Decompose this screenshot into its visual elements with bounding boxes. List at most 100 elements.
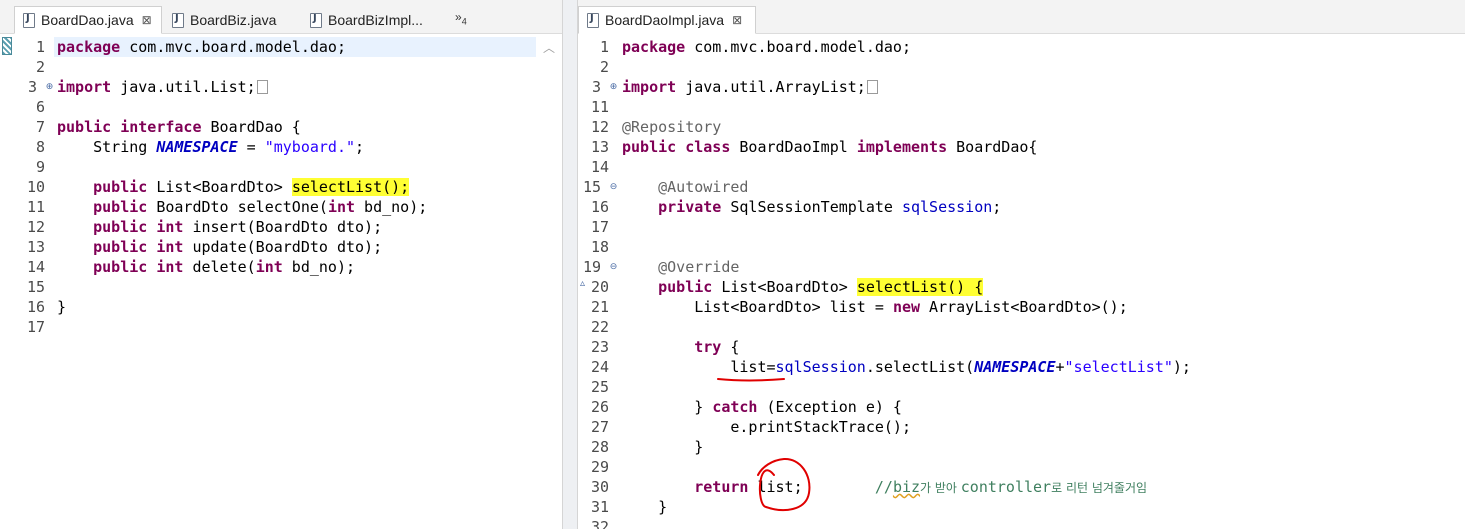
line-number: 15 [26,278,45,296]
line-number: 17 [26,318,45,336]
line-number: 1 [599,38,609,56]
code-line-8: String NAMESPACE = "myboard."; [57,138,365,156]
tab-overflow-button[interactable]: »4 [455,10,467,26]
collapsed-code-marker[interactable] [256,80,268,94]
code-comment: //biz가 받아 controller로 리턴 넘겨줄거임 [874,478,1148,496]
line-number: 29 [590,458,609,476]
right-code-text: package com.mvc.board.model.dao; import … [622,35,1465,529]
overflow-chevron-icon: » [455,10,462,24]
line-number: 27 [590,418,609,436]
line-number: 23 [590,338,609,356]
right-code-editor[interactable]: 1 2 3 ⊕ 11 12 13 14 15 ⊖ 16 17 18 19 ⊖ ▵… [578,35,1465,529]
line-number: 12 [26,218,45,236]
tab-label: BoardDaoImpl.java [605,12,725,28]
code-line-30: return list; //biz가 받아 controller로 리턴 넘겨… [694,478,1148,496]
left-vertical-scrollbar[interactable]: ︿ [536,35,562,529]
line-number: 26 [590,398,609,416]
collapsed-code-marker[interactable] [866,80,878,94]
line-number: 12 [590,118,609,136]
close-tab-icon[interactable]: ⊠ [732,13,742,27]
code-line-1: package com.mvc.board.model.dao; [57,38,346,56]
right-line-number-gutter: 1 2 3 ⊕ 11 12 13 14 15 ⊖ 16 17 18 19 ⊖ ▵… [578,35,621,529]
line-number: 10 [26,178,45,196]
line-number: 25 [590,378,609,396]
line-number: 3 [591,78,601,96]
left-code-editor[interactable]: 1 2 3 ⊕ 6 7 8 9 10 11 12 13 14 15 16 17 … [0,35,562,529]
code-line-12: @Repository [622,118,722,136]
overflow-count: 4 [461,16,467,27]
line-number: 11 [26,198,45,216]
left-line-number-gutter: 1 2 3 ⊕ 6 7 8 9 10 11 12 13 14 15 16 17 [14,35,54,529]
line-number: 21 [590,298,609,316]
line-number: 19 [582,258,601,276]
line-number: 2 [599,58,609,76]
left-tab-bar: BoardDao.java ⊠ BoardBiz.java BoardBizIm… [0,0,562,34]
code-line-31: } [658,498,668,516]
highlighted-text: selectList(); [291,178,410,196]
line-number: 32 [590,518,609,529]
line-number: 15 [582,178,601,196]
line-number: 22 [590,318,609,336]
code-line-26: } catch (Exception e) { [694,398,902,416]
code-line-23: try { [694,338,740,356]
line-number: 2 [35,58,45,76]
code-line-3: import java.util.List; [57,77,268,97]
code-line-13: public int update(BoardDto dto); [93,238,383,256]
tab-label: BoardDao.java [41,12,134,28]
line-number: 20 [590,278,609,296]
code-line-1: package com.mvc.board.model.dao; [622,38,911,56]
tab-boarddao[interactable]: BoardDao.java ⊠ [14,6,162,34]
code-line-12: public int insert(BoardDto dto); [93,218,383,236]
left-overview-ruler [0,35,14,529]
line-number: 3 [27,78,37,96]
line-number: 24 [590,358,609,376]
line-number: 14 [26,258,45,276]
code-line-14: public int delete(int bd_no); [93,258,356,276]
java-file-icon [310,12,322,28]
left-code-text: package com.mvc.board.model.dao; import … [57,35,562,529]
scroll-up-icon[interactable]: ︿ [543,39,555,56]
line-number: 13 [26,238,45,256]
fold-collapse-icon[interactable]: ⊖ [609,263,618,272]
line-number: 28 [590,438,609,456]
pane-separator[interactable] [563,0,577,529]
tab-boarddaoimpl[interactable]: BoardDaoImpl.java ⊠ [578,6,756,34]
java-file-icon [23,12,35,28]
line-number: 7 [35,118,45,136]
fold-collapse-icon[interactable]: ⊖ [609,183,618,192]
code-line-28: } [694,438,704,456]
java-file-icon [172,12,184,28]
tab-label: BoardBiz.java [190,12,277,28]
line-number: 16 [26,298,45,316]
line-number: 8 [35,138,45,156]
line-number: 17 [590,218,609,236]
right-tab-bar: BoardDaoImpl.java ⊠ [578,0,1465,34]
line-number: 13 [590,138,609,156]
fold-expand-icon[interactable]: ⊕ [609,83,618,92]
line-number: 14 [590,158,609,176]
line-number: 16 [590,198,609,216]
line-number: 30 [590,478,609,496]
code-line-27: e.printStackTrace(); [730,418,911,436]
tab-boardbiz[interactable]: BoardBiz.java [164,6,296,34]
code-line-16: } [57,298,67,316]
code-line-3: import java.util.ArrayList; [622,77,878,97]
line-number: 18 [590,238,609,256]
code-line-19: @Override [658,258,740,276]
tab-label: BoardBizImpl... [328,12,423,28]
close-tab-icon[interactable]: ⊠ [142,13,152,27]
left-editor-pane: BoardDao.java ⊠ BoardBiz.java BoardBizIm… [0,0,563,529]
line-number: 11 [590,98,609,116]
code-line-10: public List<BoardDto> selectList(); [93,178,410,196]
fold-expand-icon[interactable]: ⊕ [45,83,54,92]
line-number: 1 [35,38,45,56]
code-line-7: public interface BoardDao { [57,118,301,136]
line-number: 6 [35,98,45,116]
line-number: 9 [35,158,45,176]
bookmark-marker [2,37,12,55]
code-line-15: @Autowired [658,178,749,196]
right-editor-pane: BoardDaoImpl.java ⊠ 1 2 3 ⊕ 11 12 13 14 … [577,0,1465,529]
code-line-16: private SqlSessionTemplate sqlSession; [658,198,1002,216]
code-line-11: public BoardDto selectOne(int bd_no); [93,198,428,216]
tab-boardbizimpl[interactable]: BoardBizImpl... [302,6,442,34]
